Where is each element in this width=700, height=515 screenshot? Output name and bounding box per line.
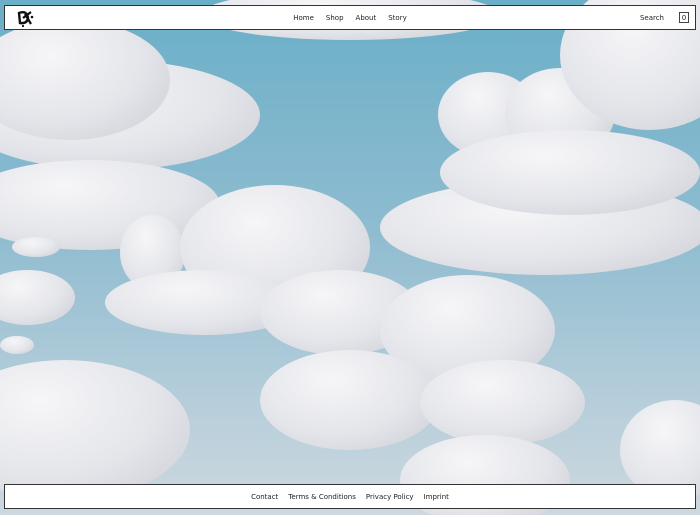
nav-about[interactable]: About (356, 14, 377, 22)
site-header: Home Shop About Story Search 0 (4, 5, 696, 30)
search-button[interactable]: Search (640, 14, 664, 22)
footer-link-terms[interactable]: Terms & Conditions (288, 493, 356, 501)
site-footer: Contact Terms & Conditions Privacy Polic… (4, 484, 696, 509)
nav-story[interactable]: Story (388, 14, 407, 22)
footer-link-imprint[interactable]: Imprint (424, 493, 449, 501)
hero-clouds-image (0, 0, 700, 515)
footer-link-contact[interactable]: Contact (251, 493, 278, 501)
cart-button[interactable]: 0 (679, 12, 689, 23)
nav-shop[interactable]: Shop (326, 14, 344, 22)
brand-logo[interactable] (15, 8, 35, 28)
footer-link-privacy[interactable]: Privacy Policy (366, 493, 414, 501)
main-nav: Home Shop About Story (5, 14, 695, 22)
nav-home[interactable]: Home (293, 14, 314, 22)
